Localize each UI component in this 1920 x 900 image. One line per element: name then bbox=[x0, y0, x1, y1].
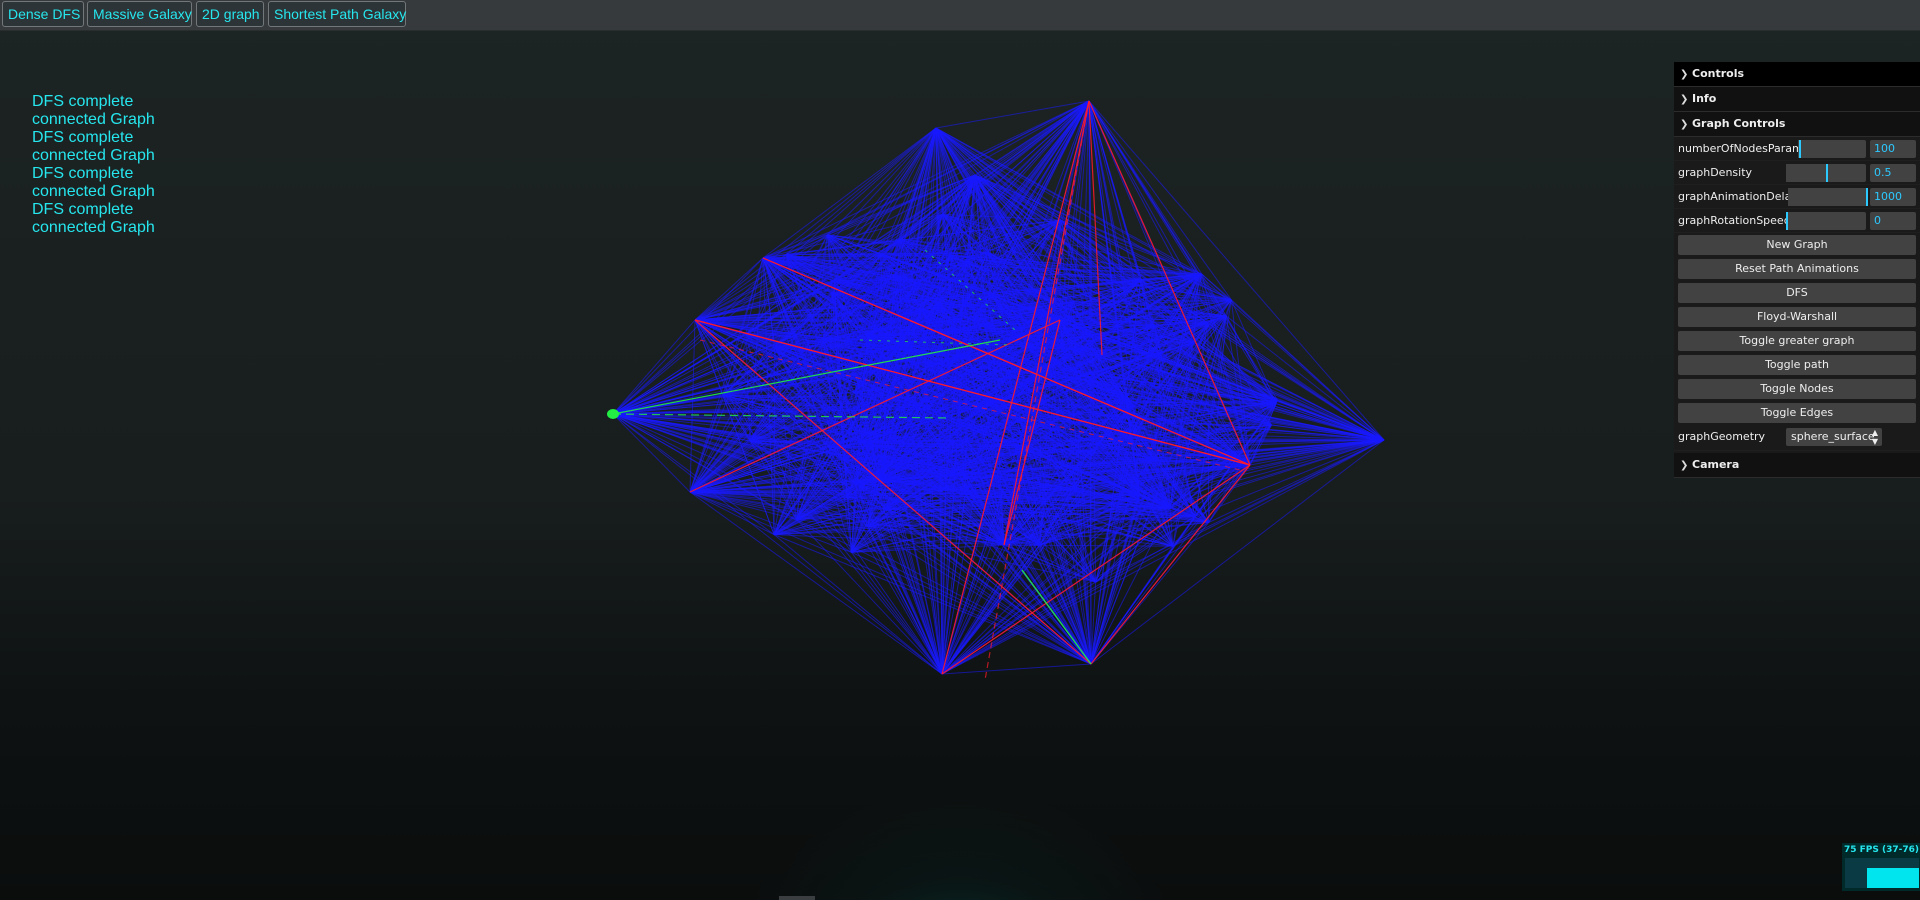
folder-title: Camera bbox=[1692, 458, 1740, 471]
controls-folder[interactable]: ❯ Controls bbox=[1674, 62, 1920, 87]
button-row: Toggle Nodes bbox=[1674, 377, 1920, 401]
chevron-down-icon: ❯ bbox=[1680, 119, 1689, 130]
chevron-down-icon: ❯ bbox=[1680, 69, 1689, 80]
app-viewport: Dense DFS Massive Galaxy 2D graph Shorte… bbox=[0, 0, 1920, 900]
fps-bar bbox=[1867, 868, 1919, 888]
folder-title: Info bbox=[1692, 92, 1717, 105]
start-node[interactable] bbox=[607, 409, 619, 419]
folder-title: Controls bbox=[1692, 67, 1745, 80]
button-row: Toggle path bbox=[1674, 353, 1920, 377]
scrollbar-thumb[interactable] bbox=[779, 896, 815, 900]
density-value-input[interactable]: 0.5 bbox=[1870, 164, 1916, 182]
button-row: Toggle Edges bbox=[1674, 401, 1920, 425]
rotation-value-input[interactable]: 0 bbox=[1870, 212, 1916, 230]
param-label: graphGeometry bbox=[1678, 430, 1766, 443]
up-down-arrows-icon: ▲ ▼ bbox=[1871, 428, 1878, 446]
param-row-delay: graphAnimationDelay 1000 bbox=[1674, 185, 1920, 209]
nodes-slider[interactable] bbox=[1798, 140, 1866, 158]
fps-meter[interactable]: 75 FPS (37-76) bbox=[1842, 843, 1920, 891]
chevron-right-icon: ❯ bbox=[1680, 460, 1689, 471]
geometry-selected-value: sphere_surface bbox=[1791, 430, 1875, 443]
density-slider[interactable] bbox=[1786, 164, 1866, 182]
nodes-value-input[interactable]: 100 bbox=[1870, 140, 1916, 158]
param-row-rotation: graphRotationSpeed 0 bbox=[1674, 209, 1920, 233]
graph-edges bbox=[612, 100, 1385, 675]
param-label: graphAnimationDelay bbox=[1678, 190, 1798, 203]
toggle-nodes-button[interactable]: Toggle Nodes bbox=[1678, 379, 1916, 399]
graph-controls-folder[interactable]: ❯ Graph Controls bbox=[1674, 112, 1920, 137]
slider-fill bbox=[1786, 212, 1788, 230]
camera-folder[interactable]: ❯ Camera bbox=[1674, 453, 1920, 478]
param-label: graphDensity bbox=[1678, 166, 1753, 179]
toggle-greater-graph-button[interactable]: Toggle greater graph bbox=[1678, 331, 1916, 351]
new-graph-button[interactable]: New Graph bbox=[1678, 235, 1916, 255]
info-folder[interactable]: ❯ Info bbox=[1674, 87, 1920, 112]
button-row: Reset Path Animations bbox=[1674, 257, 1920, 281]
fps-readout: 75 FPS (37-76) bbox=[1844, 845, 1920, 855]
button-row: DFS bbox=[1674, 281, 1920, 305]
geometry-select[interactable]: sphere_surface ▲ ▼ bbox=[1786, 428, 1882, 446]
delay-value-input[interactable]: 1000 bbox=[1870, 188, 1916, 206]
param-label: graphRotationSpeed bbox=[1678, 214, 1791, 227]
param-label: numberOfNodesParam bbox=[1678, 142, 1803, 155]
dfs-button[interactable]: DFS bbox=[1678, 283, 1916, 303]
geometry-row: graphGeometry sphere_surface ▲ ▼ bbox=[1674, 425, 1920, 451]
param-row-density: graphDensity 0.5 bbox=[1674, 161, 1920, 185]
rotation-slider[interactable] bbox=[1786, 212, 1866, 230]
slider-fill bbox=[1798, 140, 1802, 158]
controls-panel: ❯ Controls ❯ Info ❯ Graph Controls numberOf… bbox=[1674, 62, 1920, 478]
chevron-right-icon: ❯ bbox=[1680, 94, 1689, 105]
folder-title: Graph Controls bbox=[1692, 117, 1786, 130]
button-row: New Graph bbox=[1674, 233, 1920, 257]
reset-path-animations-button[interactable]: Reset Path Animations bbox=[1678, 259, 1916, 279]
delay-slider[interactable] bbox=[1788, 188, 1868, 206]
graph-canvas[interactable] bbox=[0, 0, 1920, 900]
toggle-path-button[interactable]: Toggle path bbox=[1678, 355, 1916, 375]
button-row: Toggle greater graph bbox=[1674, 329, 1920, 353]
param-row-nodes: numberOfNodesParam 100 bbox=[1674, 137, 1920, 161]
slider-fill bbox=[1786, 164, 1828, 182]
button-row: Floyd-Warshall bbox=[1674, 305, 1920, 329]
fps-graph bbox=[1845, 858, 1919, 888]
floyd-warshall-button[interactable]: Floyd-Warshall bbox=[1678, 307, 1916, 327]
toggle-edges-button[interactable]: Toggle Edges bbox=[1678, 403, 1916, 423]
slider-fill bbox=[1788, 188, 1868, 206]
